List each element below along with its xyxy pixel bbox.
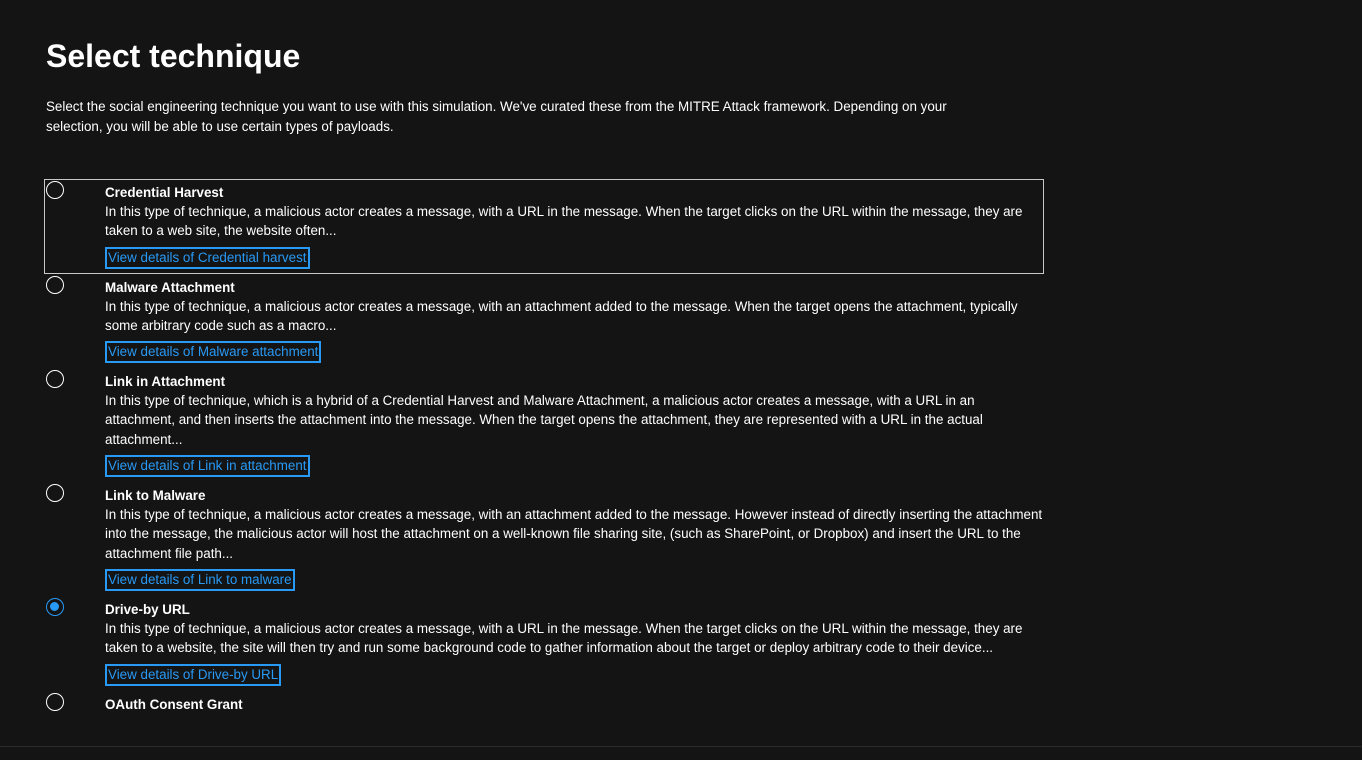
radio-button[interactable] bbox=[46, 181, 64, 199]
technique-description: In this type of technique, a malicious a… bbox=[105, 620, 1023, 656]
technique-title: OAuth Consent Grant bbox=[105, 696, 243, 712]
technique-title: Drive-by URL bbox=[105, 601, 190, 617]
page-description: Select the social engineering technique … bbox=[46, 99, 947, 134]
radio-button[interactable] bbox=[46, 484, 64, 503]
view-details-link[interactable]: View details of Link to malware bbox=[105, 568, 295, 591]
technique-option-link-to-malware[interactable]: Link to Malware In this type of techniqu… bbox=[44, 482, 1044, 596]
radio-button[interactable] bbox=[46, 692, 64, 711]
technique-radio-group: Credential Harvest In this type of techn… bbox=[44, 179, 1044, 719]
radio-button[interactable] bbox=[46, 597, 64, 616]
technique-title: Link to Malware bbox=[105, 488, 206, 504]
radio-button[interactable] bbox=[46, 275, 64, 294]
view-details-link[interactable]: View details of Drive-by URL bbox=[105, 663, 282, 686]
technique-title: Credential Harvest bbox=[105, 185, 224, 200]
view-details-link[interactable]: View details of Link in attachment bbox=[105, 455, 310, 478]
page-title: Select technique bbox=[46, 38, 301, 74]
bottom-divider bbox=[0, 746, 1362, 747]
technique-description: In this type of technique, which is a hy… bbox=[105, 393, 983, 447]
technique-option-credential-harvest[interactable]: Credential Harvest In this type of techn… bbox=[44, 179, 1044, 274]
technique-option-drive-by-url[interactable]: Drive-by URL In this type of technique, … bbox=[44, 596, 1044, 691]
technique-option-oauth-consent-grant[interactable]: OAuth Consent Grant bbox=[44, 691, 1044, 719]
radio-button[interactable] bbox=[46, 370, 64, 389]
view-details-link[interactable]: View details of Malware attachment bbox=[105, 341, 322, 364]
technique-option-link-in-attachment[interactable]: Link in Attachment In this type of techn… bbox=[44, 368, 1044, 482]
view-details-link[interactable]: View details of Credential harvest bbox=[105, 246, 310, 269]
technique-option-malware-attachment[interactable]: Malware Attachment In this type of techn… bbox=[44, 274, 1044, 369]
page: Select technique Select the social engin… bbox=[0, 0, 1362, 760]
technique-title: Link in Attachment bbox=[105, 374, 226, 390]
technique-title: Malware Attachment bbox=[105, 279, 235, 295]
technique-description: In this type of technique, a malicious a… bbox=[105, 204, 1023, 239]
technique-description: In this type of technique, a malicious a… bbox=[105, 507, 1043, 561]
technique-description: In this type of technique, a malicious a… bbox=[105, 298, 1018, 333]
